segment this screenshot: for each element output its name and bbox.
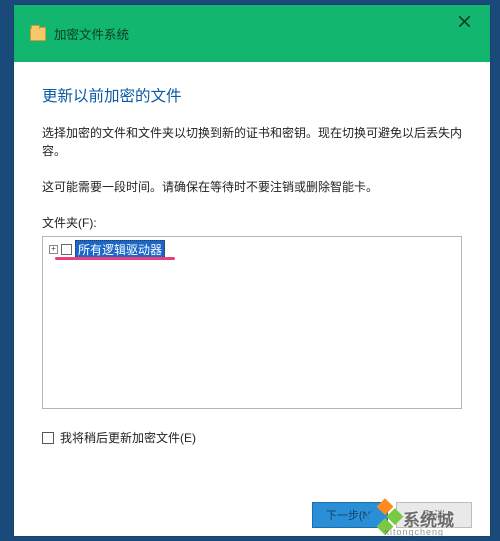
update-later-label: 我将稍后更新加密文件(E) [60, 429, 196, 446]
annotation-underline [55, 257, 175, 260]
dialog-content: 更新以前加密的文件 选择加密的文件和文件夹以切换到新的证书和密钥。现在切换可避免… [14, 62, 490, 446]
tree-root-label[interactable]: 所有逻辑驱动器 [75, 240, 165, 259]
titlebar: 加密文件系统 [14, 5, 490, 62]
description-2: 这可能需要一段时间。请确保在等待时不要注销或删除智能卡。 [42, 178, 462, 196]
cancel-button[interactable]: 取消 [396, 502, 472, 528]
next-button[interactable]: 下一步(N) [312, 502, 388, 528]
watermark-sub: xitongcheng [384, 527, 444, 537]
update-later-checkbox[interactable] [42, 432, 54, 444]
description-1: 选择加密的文件和文件夹以切换到新的证书和密钥。现在切换可避免以后丢失内容。 [42, 124, 462, 160]
folder-icon [30, 27, 46, 41]
folder-tree[interactable]: + 所有逻辑驱动器 [42, 236, 462, 409]
dialog-footer: 下一步(N) 取消 [312, 502, 472, 528]
tree-root-row[interactable]: + 所有逻辑驱动器 [49, 241, 455, 257]
dialog-window: 加密文件系统 更新以前加密的文件 选择加密的文件和文件夹以切换到新的证书和密钥。… [14, 5, 490, 536]
tree-root-checkbox[interactable] [61, 244, 72, 255]
close-button[interactable] [452, 9, 476, 33]
folders-label: 文件夹(F): [42, 214, 462, 231]
window-title: 加密文件系统 [54, 24, 129, 43]
expand-icon[interactable]: + [49, 245, 58, 254]
update-later-row: 我将稍后更新加密文件(E) [42, 429, 462, 446]
page-heading: 更新以前加密的文件 [42, 84, 462, 106]
close-icon [459, 16, 470, 27]
